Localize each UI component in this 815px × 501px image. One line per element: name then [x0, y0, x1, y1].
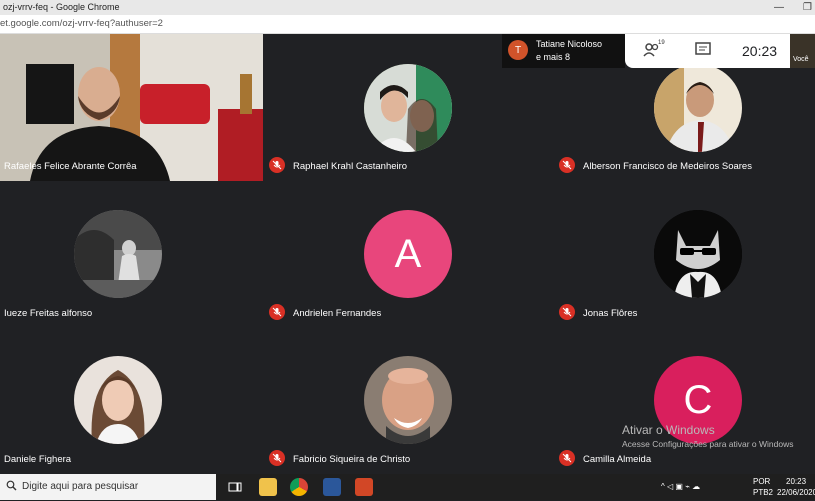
participant-name: Iueze Freitas alfonso	[4, 308, 93, 319]
language-code[interactable]: POR	[753, 477, 770, 486]
participant-name: Rafaeles Felice Abrante Corrêa	[4, 161, 137, 172]
chat-icon[interactable]	[695, 42, 711, 63]
mic-off-icon	[269, 450, 285, 466]
presenter-name: Tatiane Nicoloso	[536, 39, 603, 49]
taskbar-search[interactable]: Digite aqui para pesquisar	[0, 474, 216, 500]
mic-off-icon	[269, 157, 285, 173]
participant-name: Jonas Flôres	[583, 308, 638, 319]
participant-video-tile[interactable]: Rafaeles Felice Abrante Corrêa	[0, 34, 263, 181]
clock-date[interactable]: 22/06/2020	[777, 488, 815, 497]
address-bar[interactable]: et.google.com/ozj-vrrv-feq?authuser=2	[0, 15, 815, 34]
activation-watermark-title: Ativar o Windows	[622, 423, 715, 437]
task-view-icon[interactable]	[226, 478, 244, 496]
participant-name: Camilla Almeida	[583, 454, 652, 465]
search-placeholder: Digite aqui para pesquisar	[22, 481, 139, 492]
mic-off-icon	[559, 450, 575, 466]
self-view[interactable]: Você	[790, 34, 815, 68]
window-title: ozj-vrrv-feq - Google Chrome	[3, 2, 120, 12]
clock-time[interactable]: 20:23	[786, 477, 806, 486]
participant-avatar	[74, 210, 162, 298]
chrome-icon[interactable]	[290, 478, 308, 496]
self-label: Você	[793, 56, 809, 63]
participant-name: Daniele Fighera	[4, 454, 72, 465]
participant-name: Alberson Francisco de Medeiros Soares	[583, 161, 752, 172]
tray-icons[interactable]: ^ ◁ ▣ ⌁ ☁	[661, 482, 700, 491]
maximize-button[interactable]: ❐	[803, 0, 812, 15]
windows-taskbar: Digite aqui para pesquisar ^ ◁ ▣ ⌁ ☁ POR…	[0, 474, 815, 500]
participant-avatar	[654, 64, 742, 152]
participant-count: 19	[658, 40, 665, 46]
file-explorer-icon[interactable]	[259, 478, 277, 496]
participant-name: Fabricio Siqueira de Christo	[293, 454, 411, 465]
search-icon	[6, 480, 17, 494]
participant-avatar	[364, 356, 452, 444]
participant-name: Raphael Krahl Castanheiro	[293, 161, 408, 172]
participant-name: Andrielen Fernandes	[293, 308, 382, 319]
url-text: et.google.com/ozj-vrrv-feq?authuser=2	[0, 18, 163, 29]
participant-avatar	[74, 356, 162, 444]
participant-initial-avatar: A	[364, 210, 452, 298]
participant-avatar	[654, 210, 742, 298]
presenter-avatar: T	[508, 40, 528, 60]
mic-off-icon	[559, 304, 575, 320]
presenter-info[interactable]: T Tatiane Nicoloso e mais 8	[502, 34, 625, 68]
meeting-clock: 20:23	[742, 43, 778, 59]
word-icon[interactable]	[323, 478, 341, 496]
mic-off-icon	[559, 157, 575, 173]
minimize-button[interactable]: —	[774, 0, 784, 15]
participant-avatar	[364, 64, 452, 152]
powerpoint-icon[interactable]	[355, 478, 373, 496]
video-feed-image	[0, 34, 263, 181]
meeting-grid: Rafaeles Felice Abrante Corrêa Raphael K…	[0, 34, 815, 474]
mic-off-icon	[269, 304, 285, 320]
presenter-more: e mais 8	[536, 52, 571, 62]
keyboard-layout[interactable]: PTB2	[753, 488, 773, 497]
activation-watermark-text: Acesse Configurações para ativar o Windo…	[622, 439, 794, 449]
browser-titlebar: ozj-vrrv-feq - Google Chrome — ❐	[0, 0, 815, 15]
meeting-info-panel: 19 20:23	[625, 34, 790, 68]
